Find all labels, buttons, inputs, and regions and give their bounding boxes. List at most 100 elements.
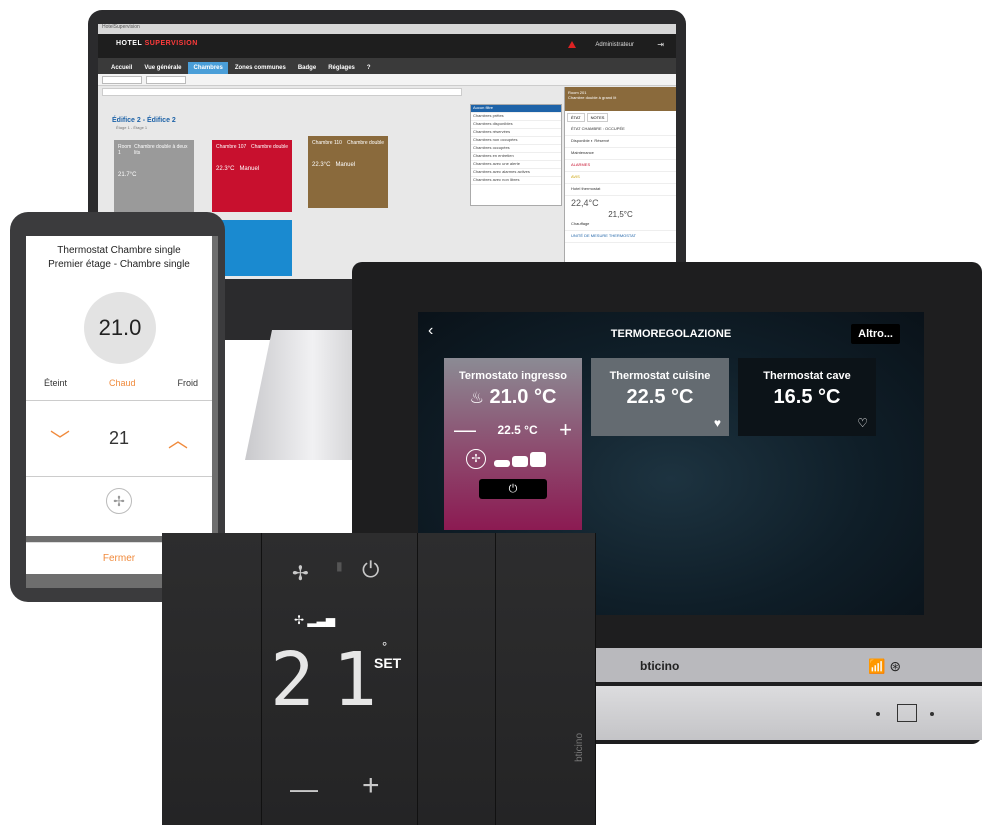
more-button[interactable]: Altro...	[851, 324, 900, 344]
nav-reglages[interactable]: Réglages	[323, 62, 360, 74]
blank-key	[496, 533, 596, 825]
panel-tabs: ÉTAT NOTES	[565, 111, 676, 124]
filter-option[interactable]: Chambres avec une alerte	[471, 161, 561, 169]
card-name: Termostato ingresso	[459, 370, 567, 382]
blank-key	[162, 533, 262, 825]
room-state: ÉTAT CHAMBRE : OCCUPÉE	[565, 124, 676, 136]
room-tile[interactable]: Chambre 107 Chambre double 22.3°C Manuel	[212, 140, 292, 212]
filter-option[interactable]: Chambres avec non libres	[471, 177, 561, 185]
card-name: Thermostat cuisine	[609, 370, 711, 382]
room-tile[interactable]: Room 1 Chambre double à deux lits 21.7°C	[114, 140, 194, 212]
fan-icon[interactable]: ✢	[292, 561, 309, 586]
tab-etat[interactable]: ÉTAT	[567, 113, 585, 122]
card-temperature: ♨ 21.0 °C	[469, 386, 557, 408]
mode-off[interactable]: Éteint	[44, 378, 67, 388]
sensor-dot	[876, 712, 880, 716]
notices-row[interactable]: AVIS	[565, 172, 676, 184]
setpoint-row: — 22.5 °C +	[444, 417, 582, 443]
favorite-outline-icon[interactable]: ♡	[857, 416, 868, 430]
mode-selector: Éteint Chaud Froid	[26, 378, 212, 388]
set-label: SET	[374, 655, 402, 671]
filter-option[interactable]: Chambres non occupées	[471, 137, 561, 145]
room-detail-panel: Room 201 Chambre double à grand lit ÉTAT…	[564, 87, 676, 279]
alarms-row[interactable]: ALARMES	[565, 160, 676, 172]
card-temperature: 16.5 °C	[773, 386, 841, 408]
thermostat-card-ingresso[interactable]: Termostato ingresso ♨ 21.0 °C — 22.5 °C …	[444, 358, 582, 530]
app-header: HOTEL SUPERVISION Administrateur ⇥	[98, 34, 676, 58]
fan-icon[interactable]: ✢	[106, 488, 132, 514]
divider	[26, 476, 212, 477]
device-bottom	[590, 686, 982, 740]
minus-button[interactable]: —	[454, 417, 476, 443]
main-nav: Accueil Vue générale Chambres Zones comm…	[98, 58, 676, 74]
fan-speed-row[interactable]: ✢	[444, 449, 582, 469]
alert-icon[interactable]	[568, 41, 576, 48]
plus-button[interactable]: +	[559, 417, 572, 443]
degree-icon: °	[382, 639, 388, 654]
room-temperature: 22,4°C	[571, 198, 599, 208]
availability-toggle[interactable]: Disponible ◐ Réservé	[565, 136, 676, 148]
thermostat-card-cuisine[interactable]: Thermostat cuisine 22.5 °C ♥	[591, 358, 729, 436]
user-menu[interactable]: Administrateur	[595, 42, 634, 48]
fan-speed-bars-icon	[494, 451, 546, 467]
favorite-filled-icon[interactable]: ♥	[714, 416, 721, 430]
dialog-title: Thermostat Chambre single Premier étage …	[48, 245, 190, 270]
filter-option[interactable]: Chambres réservées	[471, 129, 561, 137]
search-input[interactable]	[102, 88, 462, 96]
logout-icon[interactable]: ⇥	[657, 40, 664, 49]
building-title: Édifice 2 - Édifice 2	[112, 117, 176, 124]
toolbar	[98, 74, 676, 86]
wifi-icon: 📶 ⊛	[868, 658, 902, 674]
filter-option[interactable]: Aucun filtre	[471, 105, 561, 113]
sensor-dot	[930, 712, 934, 716]
fan-icon[interactable]: ✢	[466, 449, 486, 469]
screen-title: TERMOREGOLAZIONE	[610, 328, 732, 340]
browser-bar: HotelSupervision	[98, 24, 676, 34]
help-icon[interactable]: ?	[362, 62, 376, 74]
chevron-up-icon[interactable]: ︿	[168, 424, 188, 453]
filter-option[interactable]: Chambres disponibles	[471, 121, 561, 129]
tab-notes[interactable]: NOTES	[586, 113, 609, 122]
mode-cool[interactable]: Froid	[177, 378, 198, 388]
floor-select[interactable]	[146, 76, 186, 84]
fan-speed-icon: ✢ ▂▃▅	[294, 613, 336, 627]
setpoint-value: 22.5 °C	[497, 423, 538, 437]
brand-logo: bticino	[640, 659, 680, 673]
minus-button[interactable]: —	[290, 773, 318, 805]
thermostat-dialog: Thermostat Chambre single Premier étage …	[26, 236, 212, 536]
thermostat-card-cave[interactable]: Thermostat cave 16.5 °C ♡	[738, 358, 876, 436]
room-tile[interactable]: Chambre 110 Chambre double 22.3°C Manuel	[308, 136, 388, 208]
nav-zones-communes[interactable]: Zones communes	[230, 62, 291, 74]
nav-accueil[interactable]: Accueil	[106, 62, 137, 74]
meter-label: UNITÉ DE MESURE THERMOSTAT	[565, 231, 676, 243]
mode-heat[interactable]: Chaud	[109, 378, 136, 388]
plus-button[interactable]: +	[362, 769, 380, 803]
flame-icon: ♨	[469, 390, 484, 407]
filter-option[interactable]: Chambres avec alarmes actives	[471, 169, 561, 177]
power-button[interactable]: ⏻	[479, 479, 547, 499]
filter-option[interactable]: Chambres occupées	[471, 145, 561, 153]
standby-icon: ▮	[336, 559, 343, 573]
panel-header: Room 201 Chambre double à grand lit	[565, 87, 676, 111]
temperature-display: 21.0	[84, 292, 156, 364]
filter-option[interactable]: Chambres prêtes	[471, 113, 561, 121]
building-select[interactable]	[102, 76, 142, 84]
nav-chambres[interactable]: Chambres	[188, 62, 228, 74]
function-select[interactable]: Chauffage	[565, 219, 676, 231]
setpoint-value[interactable]: 21,5°C	[565, 210, 676, 219]
card-name: Thermostat cave	[763, 370, 851, 382]
thermostat-label: Hotel thermostat	[565, 184, 676, 196]
filter-dropdown[interactable]: Aucun filtre Chambres prêtes Chambres di…	[470, 104, 562, 206]
nav-badge[interactable]: Badge	[293, 62, 321, 74]
maintenance-checkbox[interactable]: Maintenance	[565, 148, 676, 160]
home-button[interactable]	[897, 704, 917, 722]
chevron-down-icon[interactable]: ﹀	[50, 424, 70, 453]
wall-thermostat-device: ✢ ▮ ⏻ ✢ ▂▃▅ 21 ° SET — + bticino	[162, 533, 596, 825]
setpoint-value: 21	[108, 428, 130, 448]
nav-vue-generale[interactable]: Vue générale	[139, 62, 186, 74]
brand-logo: bticino	[574, 733, 585, 762]
filter-option[interactable]: Chambres en entretien	[471, 153, 561, 161]
power-icon[interactable]: ⏻	[362, 557, 379, 583]
app-logo: HOTEL SUPERVISION	[116, 40, 198, 47]
blank-key	[418, 533, 496, 825]
